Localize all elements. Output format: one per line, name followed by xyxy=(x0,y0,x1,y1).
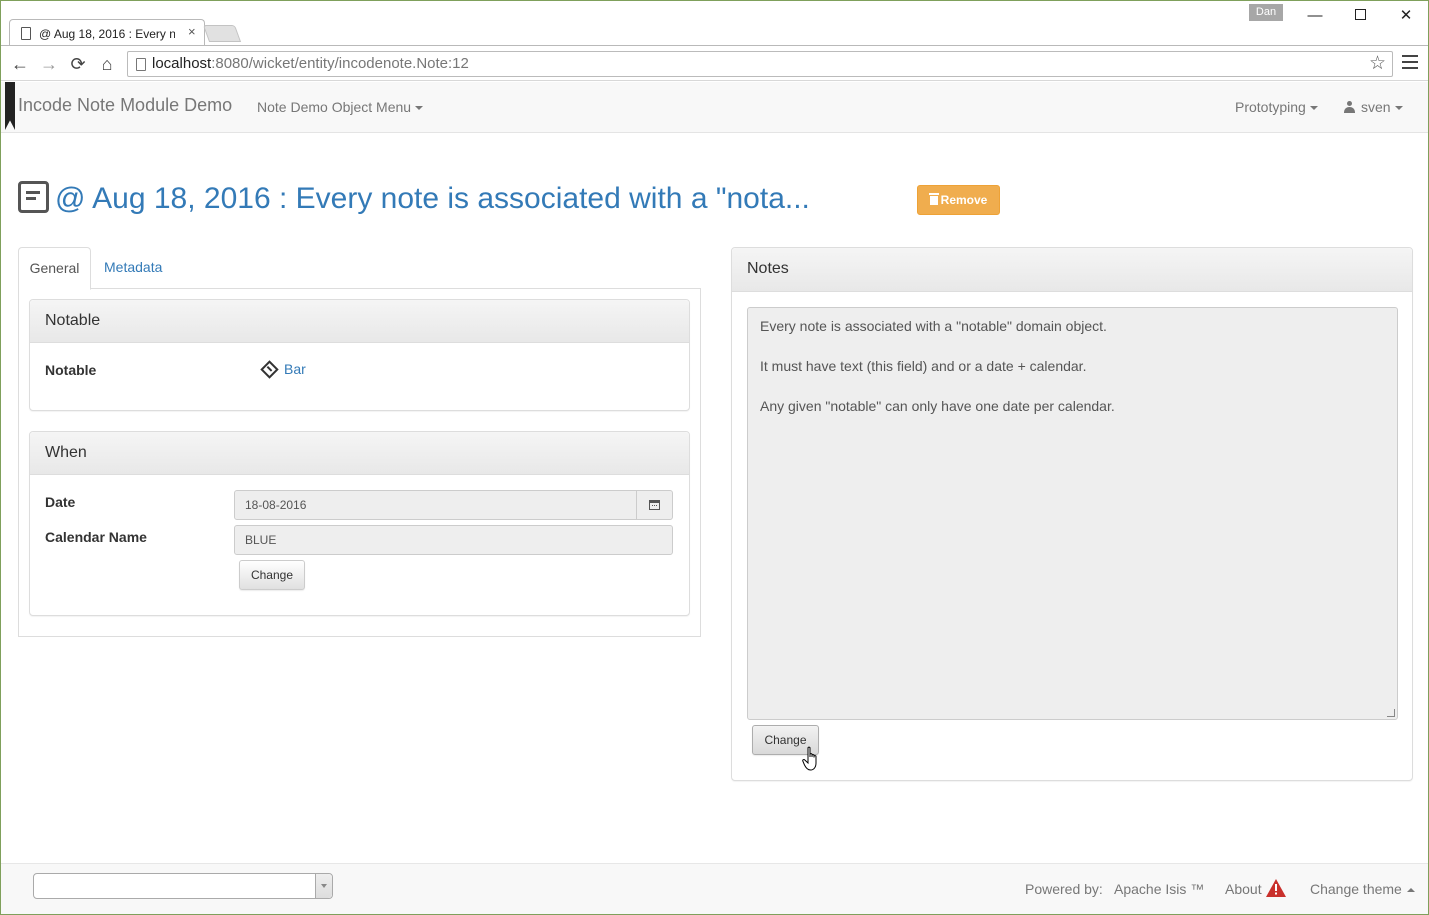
notable-panel: Notable Notable Bar xyxy=(29,299,690,411)
calendar-name-label: Calendar Name xyxy=(45,529,147,545)
calendar-picker-button[interactable] xyxy=(636,490,673,520)
when-panel: When Date 18-08-2016 Calendar Name BLUE … xyxy=(29,431,690,616)
powered-by-label: Powered by: xyxy=(1025,881,1103,897)
caret-up-icon xyxy=(1406,888,1415,893)
app-brand[interactable]: Incode Note Module Demo xyxy=(18,95,232,116)
notable-value: Bar xyxy=(284,361,306,377)
object-menu-label: Note Demo Object Menu xyxy=(257,99,412,115)
panel-heading: When xyxy=(30,432,689,475)
trash-icon xyxy=(928,193,939,205)
notes-line: It must have text (this field) and or a … xyxy=(760,358,1087,374)
user-name: sven xyxy=(1361,99,1391,115)
user-dropdown[interactable]: sven xyxy=(1344,99,1403,115)
url-path: :8080/wicket/entity/incodenote.Note:12 xyxy=(211,55,469,72)
user-icon xyxy=(1344,101,1355,113)
reload-icon[interactable]: ⟳ xyxy=(67,53,89,75)
prototyping-dropdown[interactable]: Prototyping xyxy=(1235,99,1318,115)
browser-tab-title: @ Aug 18, 2016 : Every no xyxy=(39,27,175,41)
notes-panel: Notes Every note is associated with a "n… xyxy=(731,247,1413,781)
bar-entity-icon xyxy=(260,360,279,379)
panel-heading: Notes xyxy=(732,248,1412,292)
minimize-button[interactable]: — xyxy=(1300,5,1330,27)
home-icon[interactable]: ⌂ xyxy=(96,53,118,75)
date-field: 18-08-2016 xyxy=(234,490,637,520)
maximize-icon xyxy=(1354,9,1366,21)
calendar-name-field: BLUE xyxy=(234,525,673,555)
warning-icon[interactable] xyxy=(1266,879,1286,897)
page-icon xyxy=(136,58,146,71)
apache-isis-link[interactable]: Apache Isis ™ xyxy=(1114,881,1204,897)
forward-arrow-icon[interactable]: → xyxy=(38,53,60,75)
browser-window: @ Aug 18, 2016 : Every no × Dan — ✕ ← → … xyxy=(0,0,1429,915)
browser-tab-active[interactable]: @ Aug 18, 2016 : Every no × xyxy=(9,19,205,46)
remove-label: Remove xyxy=(940,193,988,207)
bookmark-ribbon-icon[interactable] xyxy=(5,82,15,130)
close-window-button[interactable]: ✕ xyxy=(1391,5,1421,27)
chevron-down-icon xyxy=(315,874,332,898)
footer: Powered by: Apache Isis ™ About Change t… xyxy=(1,863,1428,914)
change-when-button[interactable]: Change xyxy=(239,560,305,590)
caret-down-icon xyxy=(1309,106,1318,111)
notable-label: Notable xyxy=(45,362,97,378)
object-menu-dropdown[interactable]: Note Demo Object Menu xyxy=(257,99,424,115)
page-icon xyxy=(21,27,31,40)
back-arrow-icon[interactable]: ← xyxy=(9,53,31,75)
date-label: Date xyxy=(45,494,76,510)
browser-menu-icon[interactable] xyxy=(1402,55,1418,73)
browser-titlebar: @ Aug 18, 2016 : Every no × Dan — ✕ xyxy=(1,1,1428,46)
note-icon xyxy=(18,181,49,213)
url-text[interactable]: localhost:8080/wicket/entity/incodenote.… xyxy=(152,55,469,72)
caret-down-icon xyxy=(415,106,424,111)
bookmark-star-icon[interactable]: ☆ xyxy=(1369,53,1386,75)
notable-link[interactable]: Bar xyxy=(260,360,306,379)
change-theme-label: Change theme xyxy=(1310,881,1402,897)
new-tab-button[interactable] xyxy=(202,25,242,42)
about-link[interactable]: About xyxy=(1225,881,1262,897)
prototyping-label: Prototyping xyxy=(1235,99,1306,115)
page-title: @ Aug 18, 2016 : Every note is associate… xyxy=(55,182,810,215)
caret-down-icon xyxy=(1394,106,1403,111)
address-bar[interactable]: localhost:8080/wicket/entity/incodenote.… xyxy=(127,51,1393,77)
url-host: localhost xyxy=(152,55,212,72)
tab-general[interactable]: General xyxy=(18,247,91,290)
app-navbar: Incode Note Module Demo Note Demo Object… xyxy=(1,82,1428,133)
resize-handle-icon[interactable] xyxy=(1387,709,1395,717)
maximize-button[interactable] xyxy=(1345,5,1375,27)
tab-close-icon[interactable]: × xyxy=(188,25,196,39)
tab-metadata[interactable]: Metadata xyxy=(104,259,162,275)
notes-line: Every note is associated with a "notable… xyxy=(760,318,1107,334)
remove-button[interactable]: Remove xyxy=(917,185,1000,215)
tab-bar: General Metadata xyxy=(18,247,701,290)
browser-toolbar: ← → ⟳ ⌂ localhost:8080/wicket/entity/inc… xyxy=(1,45,1428,81)
calendar-icon xyxy=(649,500,660,510)
profile-badge[interactable]: Dan xyxy=(1249,4,1283,21)
footer-select[interactable] xyxy=(33,873,333,899)
panel-heading: Notable xyxy=(30,300,689,343)
notes-line: Any given "notable" can only have one da… xyxy=(760,398,1115,414)
hand-cursor-icon xyxy=(802,746,817,771)
notes-textarea[interactable]: Every note is associated with a "notable… xyxy=(747,307,1398,720)
change-theme-dropdown[interactable]: Change theme xyxy=(1310,881,1415,897)
